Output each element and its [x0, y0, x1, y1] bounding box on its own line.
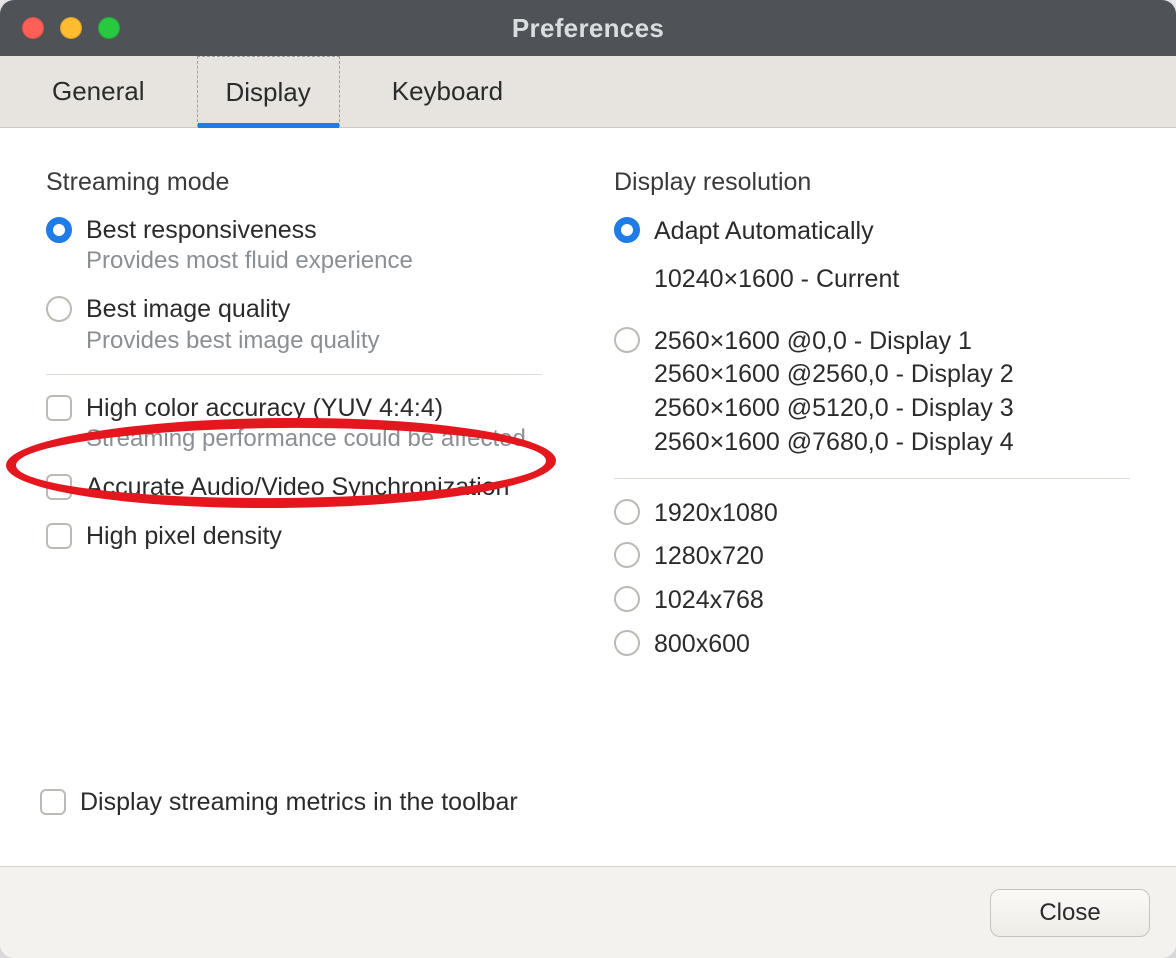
- resolution-800-row[interactable]: 800x600: [614, 628, 1136, 662]
- close-window-icon[interactable]: [22, 17, 44, 39]
- option-body: Best image quality Provides best image q…: [86, 294, 379, 355]
- option-body: Best responsiveness Provides most fluid …: [86, 215, 413, 276]
- traffic-lights: [22, 17, 120, 39]
- res-800-label: 800x600: [654, 628, 750, 662]
- option-body: 1280x720: [654, 540, 764, 574]
- option-body: Adapt Automatically: [654, 215, 874, 249]
- tab-display-label: Display: [226, 77, 311, 108]
- option-body: 1024x768: [654, 584, 764, 618]
- resolution-1920-row[interactable]: 1920x1080: [614, 497, 1136, 531]
- display-resolution-title: Display resolution: [614, 168, 1136, 197]
- radio-icon[interactable]: [46, 217, 72, 243]
- display-3-line: 2560×1600 @5120,0 - Display 3: [654, 392, 1014, 426]
- res-1280-label: 1280x720: [654, 540, 764, 574]
- option-body: 800x600: [654, 628, 750, 662]
- option-body: 1920x1080: [654, 497, 778, 531]
- res-1920-label: 1920x1080: [654, 497, 778, 531]
- best-responsiveness-label: Best responsiveness: [86, 215, 413, 246]
- preferences-window: Preferences General Display Keyboard Str…: [0, 0, 1176, 958]
- display-resolution-section: Display resolution Adapt Automatically 1…: [588, 128, 1176, 866]
- high-pixel-density-row[interactable]: High pixel density: [46, 521, 548, 552]
- res-1024-label: 1024x768: [654, 584, 764, 618]
- best-image-quality-sub: Provides best image quality: [86, 326, 379, 356]
- bottom-options: Display streaming metrics in the toolbar: [40, 787, 518, 818]
- resolution-1024-row[interactable]: 1024x768: [614, 584, 1136, 618]
- window-title: Preferences: [0, 13, 1176, 44]
- tab-keyboard[interactable]: Keyboard: [364, 56, 531, 127]
- radio-icon[interactable]: [614, 586, 640, 612]
- streaming-best-image-quality-row[interactable]: Best image quality Provides best image q…: [46, 294, 548, 355]
- high-color-accuracy-row[interactable]: High color accuracy (YUV 4:4:4) Streamin…: [46, 393, 548, 454]
- checkbox-icon[interactable]: [46, 523, 72, 549]
- close-button-label: Close: [1039, 899, 1100, 927]
- divider: [614, 478, 1130, 479]
- resolution-current-label: 10240×1600 - Current: [654, 263, 1136, 297]
- titlebar: Preferences: [0, 0, 1176, 56]
- radio-icon[interactable]: [614, 542, 640, 568]
- adapt-auto-label: Adapt Automatically: [654, 215, 874, 249]
- per-display-lines: 2560×1600 @0,0 - Display 1 2560×1600 @25…: [654, 325, 1014, 460]
- option-body: Accurate Audio/Video Synchronization: [86, 472, 509, 503]
- high-pixel-density-label: High pixel density: [86, 521, 282, 552]
- resolution-per-display-row[interactable]: 2560×1600 @0,0 - Display 1 2560×1600 @25…: [614, 325, 1136, 460]
- streaming-mode-section: Streaming mode Best responsiveness Provi…: [0, 128, 588, 866]
- resolution-1280-row[interactable]: 1280x720: [614, 540, 1136, 574]
- option-body: 2560×1600 @0,0 - Display 1 2560×1600 @25…: [654, 325, 1014, 460]
- display-metrics-label: Display streaming metrics in the toolbar: [80, 787, 518, 818]
- content-area: Streaming mode Best responsiveness Provi…: [0, 128, 1176, 866]
- tab-bar: General Display Keyboard: [0, 56, 1176, 128]
- tab-general-label: General: [52, 76, 145, 107]
- display-4-line: 2560×1600 @7680,0 - Display 4: [654, 426, 1014, 460]
- tab-display[interactable]: Display: [197, 56, 340, 127]
- divider: [46, 374, 542, 375]
- radio-icon[interactable]: [46, 296, 72, 322]
- option-body: High color accuracy (YUV 4:4:4) Streamin…: [86, 393, 526, 454]
- close-button[interactable]: Close: [990, 889, 1150, 937]
- footer: Close: [0, 866, 1176, 958]
- streaming-best-responsiveness-row[interactable]: Best responsiveness Provides most fluid …: [46, 215, 548, 276]
- checkbox-icon[interactable]: [40, 789, 66, 815]
- zoom-window-icon[interactable]: [98, 17, 120, 39]
- high-color-accuracy-sub: Streaming performance could be affected: [86, 424, 526, 454]
- av-sync-row[interactable]: Accurate Audio/Video Synchronization: [46, 472, 548, 503]
- resolution-current-row: 10240×1600 - Current: [654, 259, 1136, 315]
- checkbox-icon[interactable]: [46, 395, 72, 421]
- resolution-adapt-auto-row[interactable]: Adapt Automatically: [614, 215, 1136, 249]
- tab-keyboard-label: Keyboard: [392, 76, 503, 107]
- radio-icon[interactable]: [614, 217, 640, 243]
- checkbox-icon[interactable]: [46, 474, 72, 500]
- radio-icon[interactable]: [614, 499, 640, 525]
- streaming-mode-title: Streaming mode: [46, 168, 548, 197]
- best-responsiveness-sub: Provides most fluid experience: [86, 246, 413, 276]
- tab-general[interactable]: General: [24, 56, 173, 127]
- av-sync-label: Accurate Audio/Video Synchronization: [86, 472, 509, 503]
- display-metrics-row[interactable]: Display streaming metrics in the toolbar: [40, 787, 518, 818]
- radio-icon[interactable]: [614, 327, 640, 353]
- display-2-line: 2560×1600 @2560,0 - Display 2: [654, 358, 1014, 392]
- best-image-quality-label: Best image quality: [86, 294, 379, 325]
- display-1-line: 2560×1600 @0,0 - Display 1: [654, 325, 1014, 359]
- high-color-accuracy-label: High color accuracy (YUV 4:4:4): [86, 393, 526, 424]
- option-body: High pixel density: [86, 521, 282, 552]
- radio-icon[interactable]: [614, 630, 640, 656]
- minimize-window-icon[interactable]: [60, 17, 82, 39]
